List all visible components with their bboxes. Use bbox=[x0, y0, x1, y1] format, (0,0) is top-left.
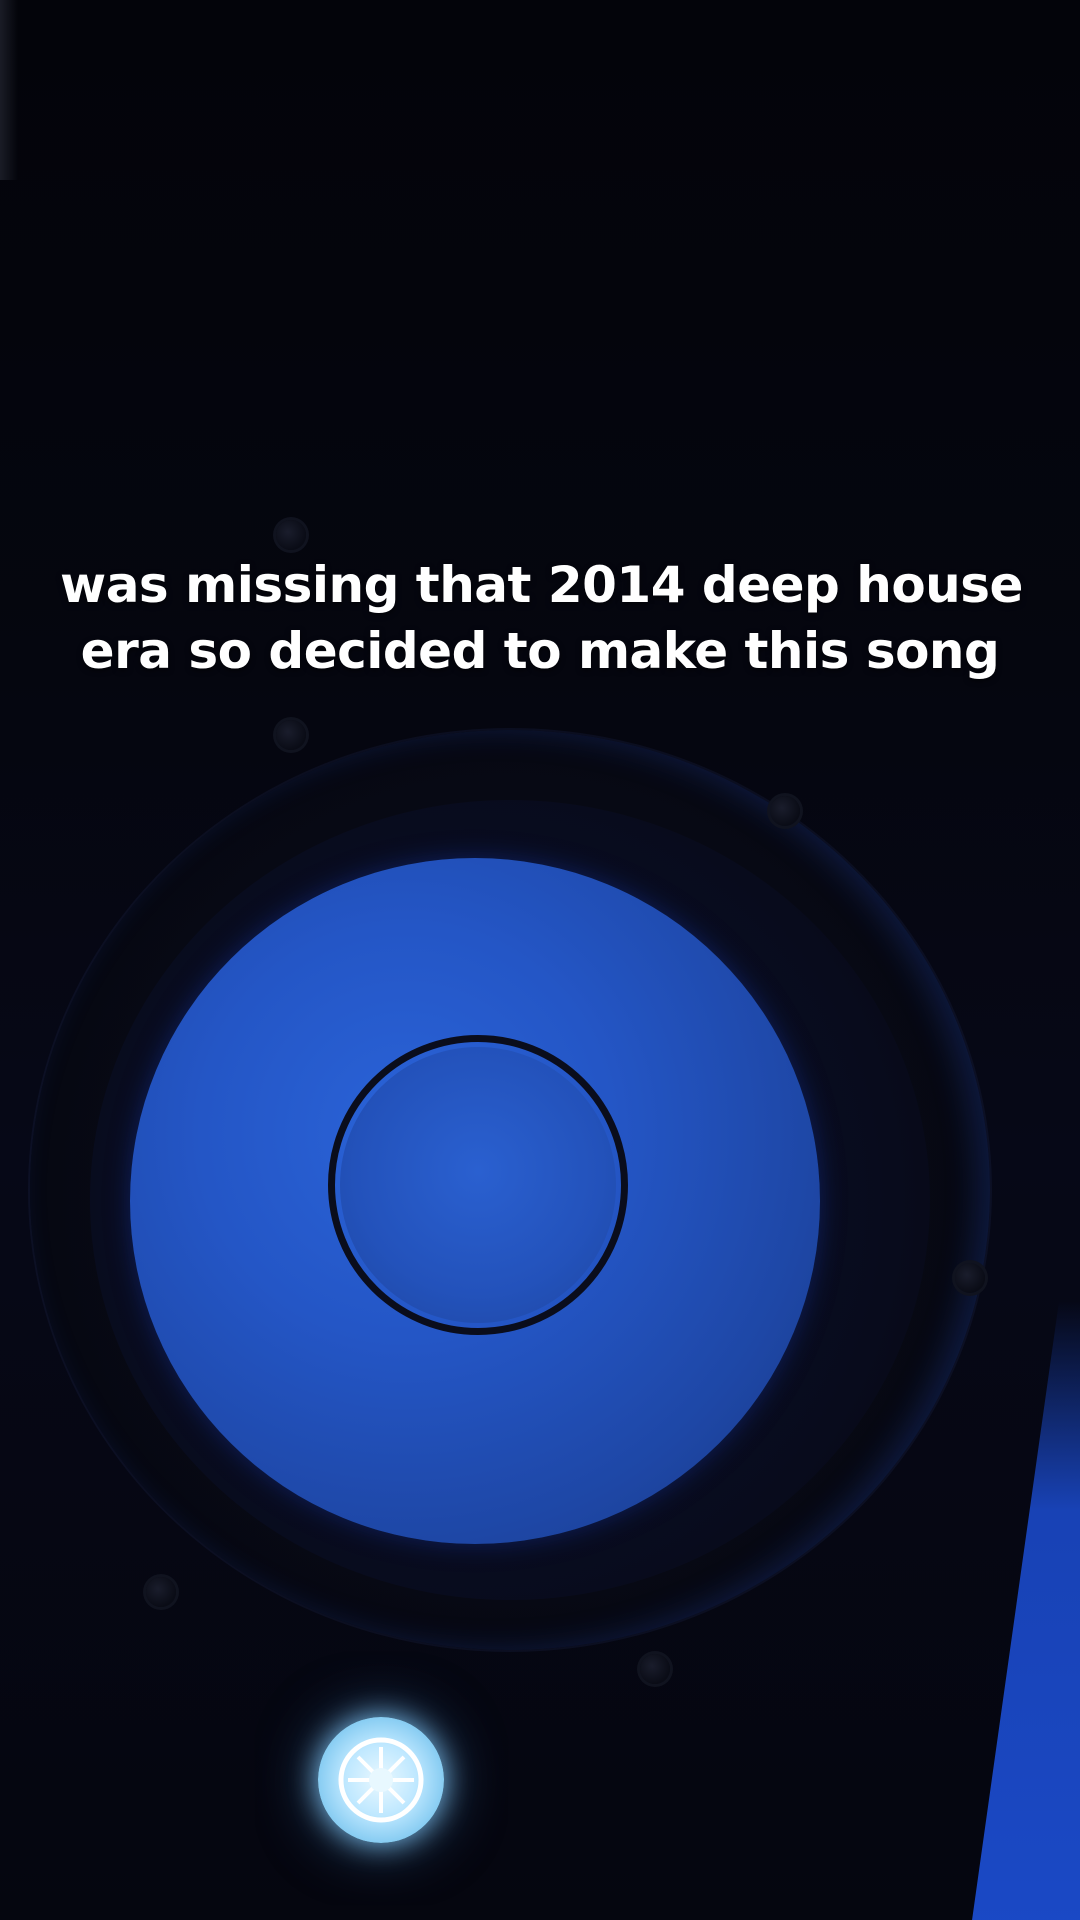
caption-line-2: era so decided to make this song bbox=[80, 622, 1000, 680]
screw-top-right bbox=[770, 796, 800, 826]
screw-left bbox=[276, 720, 306, 750]
blue-light-edge bbox=[960, 1300, 1080, 1920]
screw-bottom bbox=[640, 1654, 670, 1684]
speaker-logo-icon bbox=[318, 1717, 444, 1843]
screw-right bbox=[955, 1263, 985, 1293]
screw-top-left bbox=[276, 520, 306, 550]
video-frame: was missing that 2014 deep house era so … bbox=[0, 0, 1080, 1920]
caption-line-1: was missing that 2014 deep house bbox=[60, 556, 1023, 614]
dust-cap bbox=[340, 1047, 616, 1323]
screw-bottom-left bbox=[146, 1577, 176, 1607]
video-caption: was missing that 2014 deep house era so … bbox=[60, 552, 1023, 684]
cabinet-edge-left bbox=[0, 0, 18, 180]
